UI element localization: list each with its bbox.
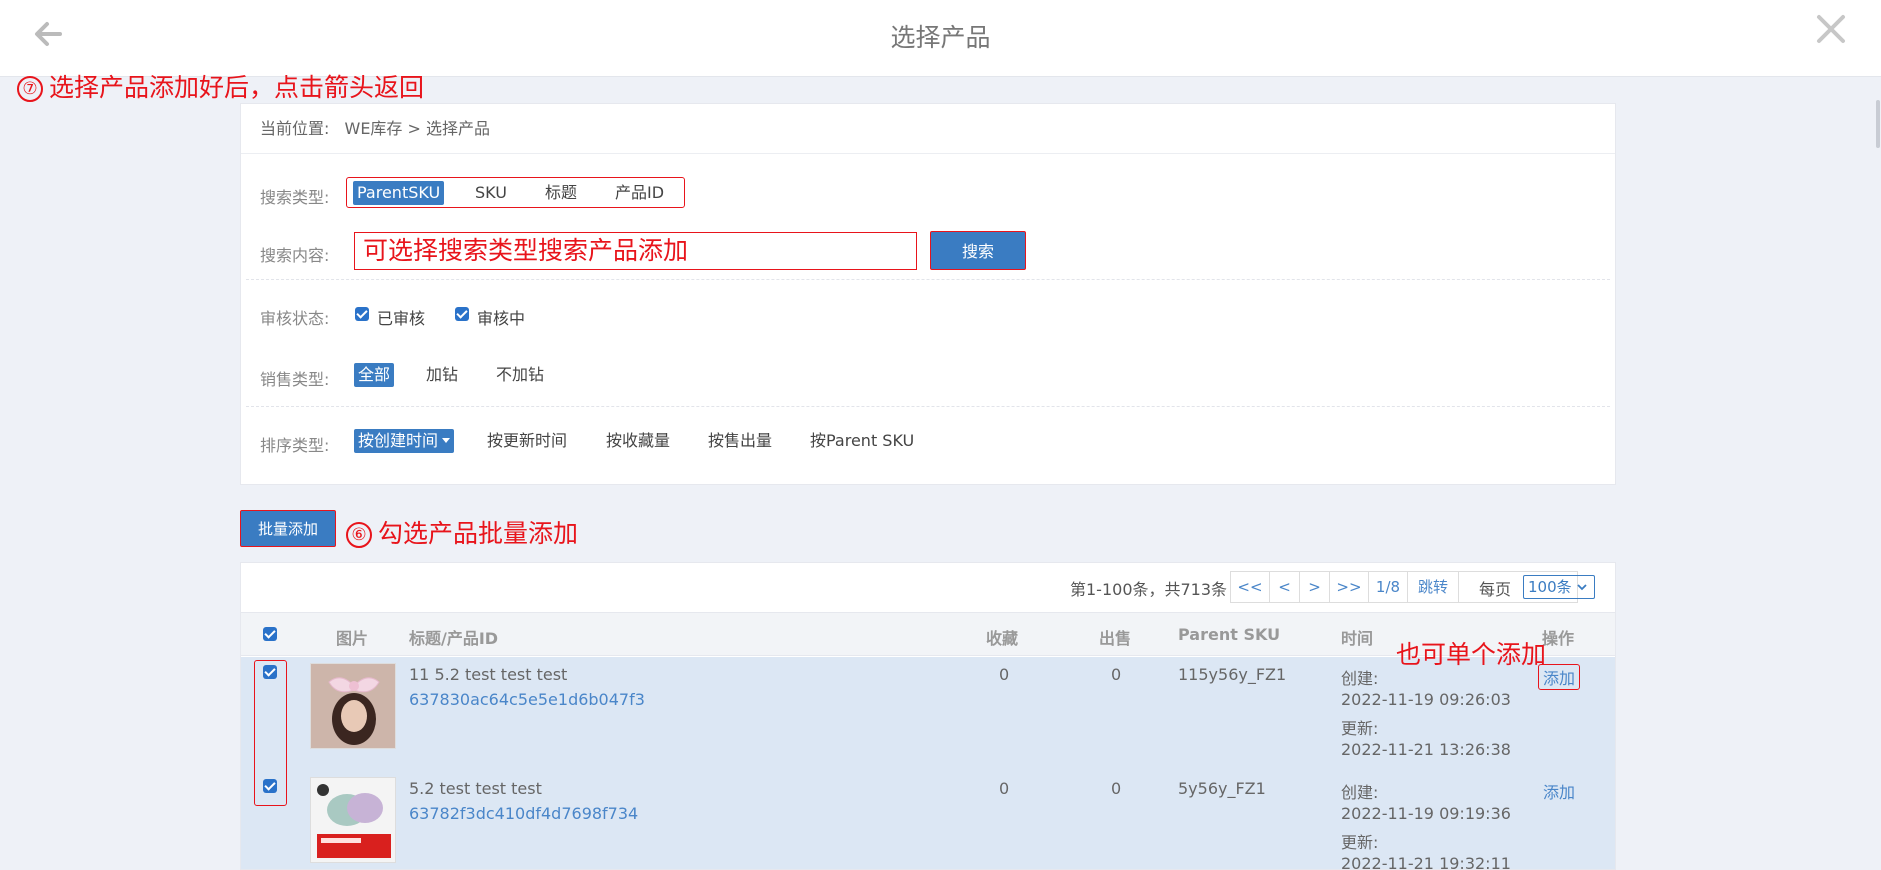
product-thumbnail [310, 663, 396, 749]
checkbox-column-highlight [254, 660, 287, 806]
favorites-count: 0 [999, 665, 1010, 684]
product-thumbnail [310, 777, 396, 863]
updated-time: 2022-11-21 13:26:38 [1341, 740, 1511, 759]
annotation-single-add: 也可单个添加 [1396, 640, 1547, 669]
annotation-step7: ⑦ 选择产品添加好后，点击箭头返回 [17, 68, 424, 104]
scrollbar-thumb[interactable] [1876, 100, 1880, 148]
product-title: 5.2 test test test [409, 779, 542, 798]
sort-by-created-label: 按创建时间 [358, 431, 439, 450]
divider [246, 279, 1610, 280]
search-content-label: 搜索内容: [260, 246, 330, 265]
pager-current-page: 1/8 [1368, 571, 1408, 603]
sale-type-no-diamond[interactable]: 不加钻 [496, 363, 544, 387]
checkbox-reviewing[interactable] [455, 307, 469, 321]
search-input[interactable]: 可选择搜索类型搜索产品添加 [354, 232, 917, 270]
pager-prev[interactable]: < [1269, 571, 1300, 603]
parent-sku: 115y56y_FZ1 [1178, 665, 1287, 684]
annotation-step7-number: ⑦ [17, 76, 43, 102]
sold-count: 0 [1111, 665, 1122, 684]
created-label: 创建: [1341, 783, 1379, 802]
sort-type-label: 排序类型: [260, 436, 330, 455]
sale-type-all[interactable]: 全部 [354, 363, 395, 387]
tab-title[interactable]: 标题 [545, 181, 577, 205]
header-action: 操作 [1542, 629, 1575, 648]
divider [246, 406, 1610, 407]
sort-by-sold[interactable]: 按售出量 [708, 429, 772, 453]
updated-label: 更新: [1341, 719, 1379, 738]
pager-summary: 第1-100条，共713条 [1070, 580, 1228, 599]
breadcrumb: 当前位置: WE库存 > 选择产品 [241, 104, 1615, 154]
annotation-step6-number: ⑥ [346, 522, 372, 548]
checkbox-reviewed-label: 已审核 [377, 309, 426, 328]
header-sold: 出售 [1099, 629, 1132, 648]
pager-first[interactable]: << [1230, 571, 1270, 603]
close-icon[interactable] [1814, 12, 1848, 46]
tab-product-id[interactable]: 产品ID [615, 181, 664, 205]
tab-parentsku[interactable]: ParentSKU [353, 181, 445, 205]
product-title: 11 5.2 test test test [409, 665, 568, 684]
created-label: 创建: [1341, 669, 1379, 688]
table-row[interactable]: 11 5.2 test test test 637830ac64c5e5e1d6… [241, 657, 1615, 771]
created-time: 2022-11-19 09:26:03 [1341, 690, 1511, 709]
breadcrumb-path[interactable]: WE库存 > 选择产品 [345, 119, 491, 138]
top-bar: 选择产品 [0, 0, 1881, 77]
favorites-count: 0 [999, 779, 1010, 798]
annotation-step6: ⑥ 勾选产品批量添加 [346, 514, 578, 550]
annotation-step7-text: 选择产品添加好后，点击箭头返回 [49, 73, 425, 102]
per-page-value: 100条 [1528, 578, 1572, 596]
per-page-label: 每页 [1479, 580, 1512, 599]
table-row[interactable]: 5.2 test test test 63782f3dc410df4d7698f… [241, 771, 1615, 870]
product-image-icon [311, 778, 395, 862]
pager-next[interactable]: > [1299, 571, 1330, 603]
sold-count: 0 [1111, 779, 1122, 798]
review-status-label: 审核状态: [260, 309, 330, 328]
add-button[interactable]: 添加 [1543, 779, 1575, 803]
chevron-down-icon [1577, 584, 1587, 591]
per-page-select[interactable]: 100条 [1523, 575, 1595, 599]
updated-label: 更新: [1341, 833, 1379, 852]
checkbox-reviewed[interactable] [355, 307, 369, 321]
parent-sku: 5y56y_FZ1 [1178, 779, 1266, 798]
search-button[interactable]: 搜索 [930, 231, 1026, 270]
sort-by-favorites[interactable]: 按收藏量 [606, 429, 670, 453]
pager-last[interactable]: >> [1329, 571, 1369, 603]
select-all-checkbox[interactable] [263, 627, 277, 641]
sort-by-created-dropdown[interactable]: 按创建时间 [354, 429, 455, 453]
pager-jump[interactable]: 跳转 [1407, 571, 1459, 603]
sale-type-label: 销售类型: [260, 370, 330, 389]
sort-by-parent-sku[interactable]: 按Parent SKU [810, 429, 914, 453]
annotation-step6-text: 勾选产品批量添加 [378, 519, 579, 548]
created-time: 2022-11-19 09:19:36 [1341, 804, 1511, 823]
header-time: 时间 [1341, 629, 1374, 648]
product-image-icon [311, 664, 395, 748]
header-title: 标题/产品ID [409, 629, 499, 648]
batch-add-button[interactable]: 批量添加 [240, 510, 336, 547]
product-id-link[interactable]: 63782f3dc410df4d7698f734 [409, 804, 638, 823]
tab-sku[interactable]: SKU [475, 181, 507, 205]
header-favorites: 收藏 [986, 629, 1019, 648]
search-type-label: 搜索类型: [260, 188, 330, 207]
product-list-panel: 第1-100条，共713条 << < > >> 1/8 跳转 每页 100条 图… [240, 562, 1616, 870]
checkbox-reviewing-label: 审核中 [477, 309, 526, 328]
sort-by-updated[interactable]: 按更新时间 [487, 429, 567, 453]
page-title: 选择产品 [890, 23, 991, 52]
product-id-link[interactable]: 637830ac64c5e5e1d6b047f3 [409, 690, 645, 709]
sale-type-diamond[interactable]: 加钻 [426, 363, 458, 387]
filter-panel: 当前位置: WE库存 > 选择产品 搜索类型: ParentSKU SKU 标题… [240, 103, 1616, 485]
updated-time: 2022-11-21 19:32:11 [1341, 854, 1511, 870]
header-image: 图片 [336, 629, 369, 648]
breadcrumb-label: 当前位置: [260, 119, 330, 138]
header-parent-sku: Parent SKU [1178, 625, 1281, 644]
caret-down-icon [442, 438, 451, 443]
